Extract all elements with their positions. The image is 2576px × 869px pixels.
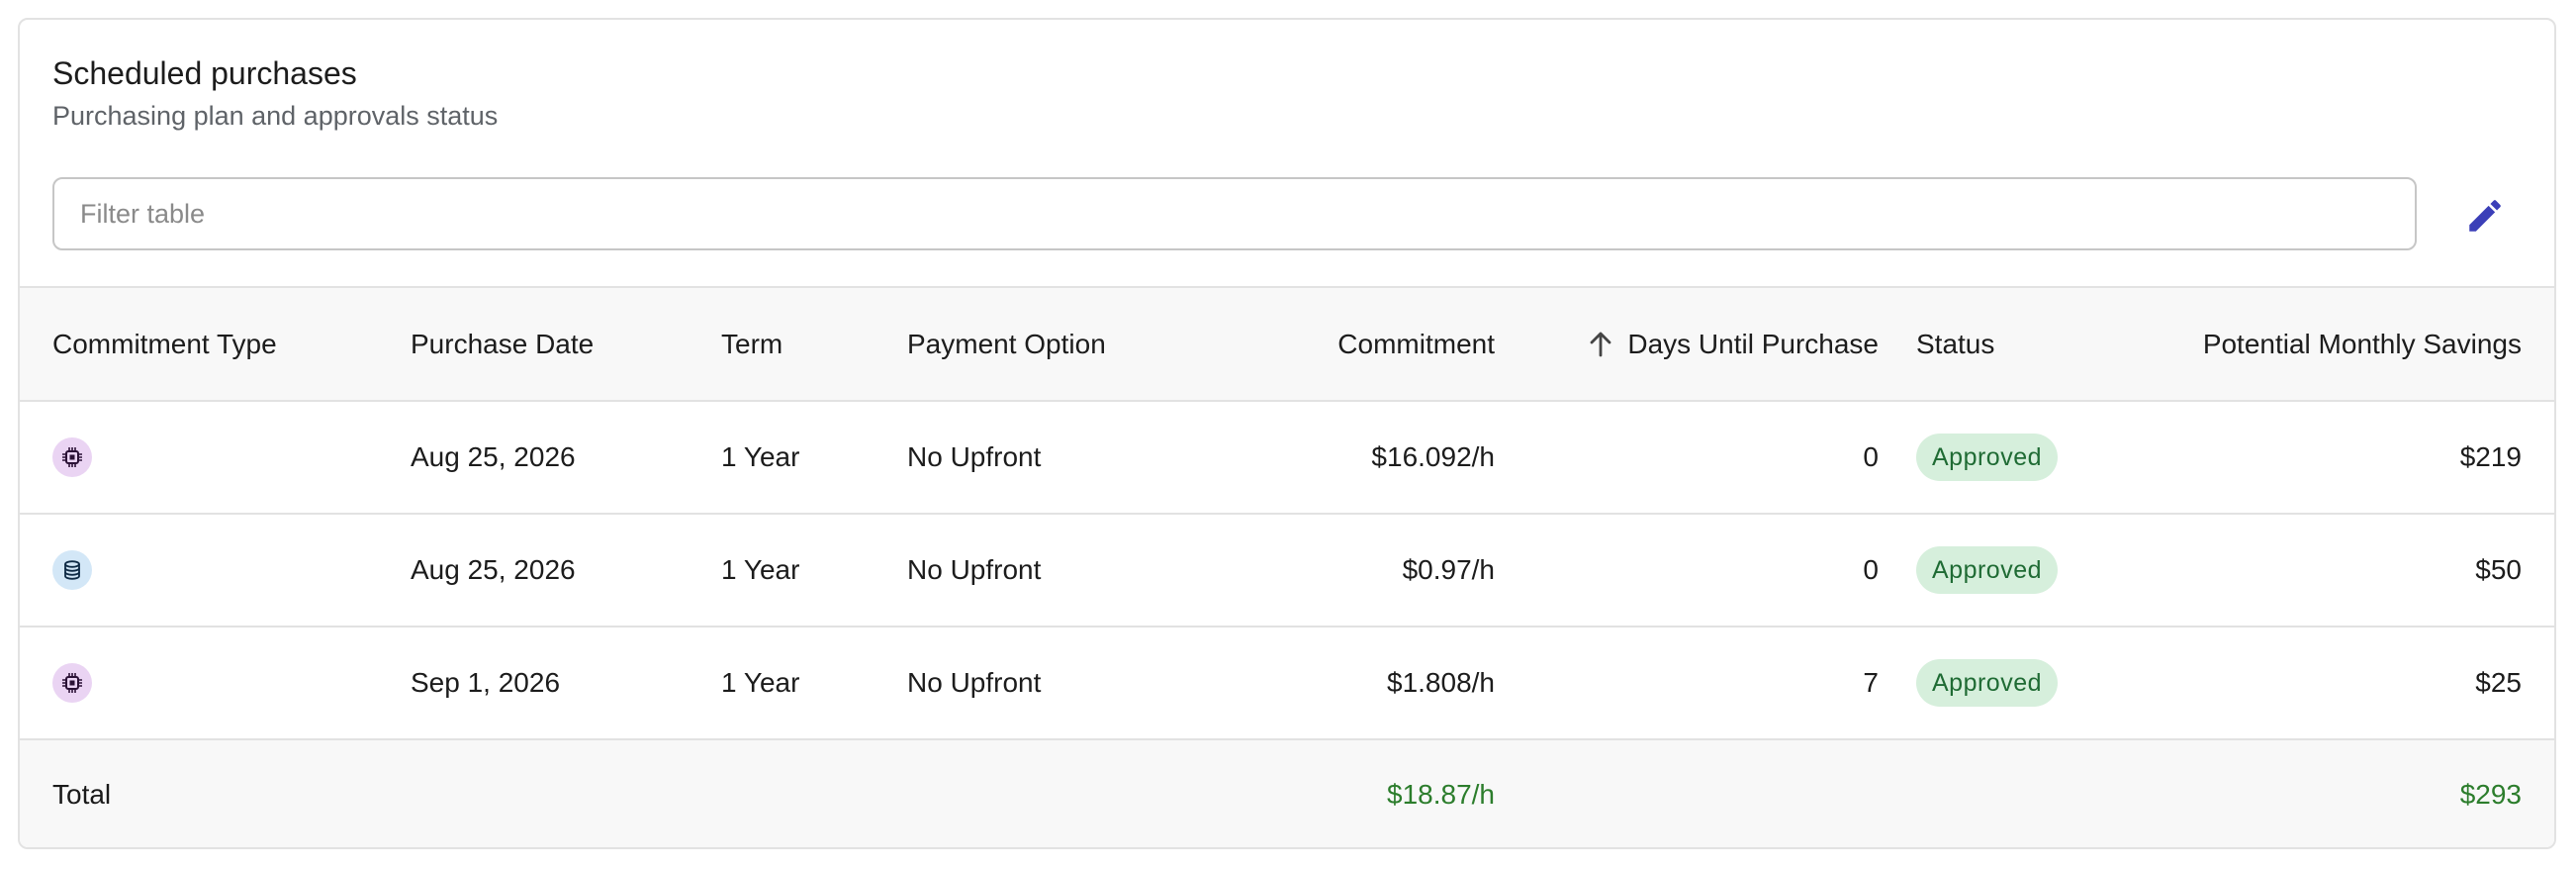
table-total-row: Total $18.87/h $293	[20, 739, 2554, 847]
total-empty-cell	[1495, 739, 1879, 847]
status-badge: Approved	[1916, 434, 2059, 481]
term-cell: 1 Year	[721, 441, 800, 472]
payment-option-cell: No Upfront	[907, 554, 1042, 585]
savings-cell: $219	[2459, 441, 2522, 472]
status-badge: Approved	[1916, 659, 2059, 707]
column-header-commitment[interactable]: Commitment	[1164, 287, 1495, 401]
total-label: Total	[52, 778, 112, 810]
table-row[interactable]: Aug 25, 2026 1 Year No Upfront $16.092/h…	[20, 401, 2554, 514]
total-empty-cell	[907, 739, 1164, 847]
database-icon	[52, 550, 92, 590]
column-header-purchase-date[interactable]: Purchase Date	[411, 287, 721, 401]
total-empty-cell	[411, 739, 721, 847]
savings-cell: $25	[2475, 667, 2522, 698]
commitment-type-cell	[20, 627, 411, 739]
commitment-cell: $0.97/h	[1402, 554, 1495, 585]
pencil-icon	[2469, 200, 2501, 232]
table-header-row: Commitment Type Purchase Date Term Payme…	[20, 287, 2554, 401]
purchase-date-cell: Aug 25, 2026	[411, 441, 576, 472]
column-header-term[interactable]: Term	[721, 287, 907, 401]
commitment-type-cell	[20, 401, 411, 514]
column-header-payment-option[interactable]: Payment Option	[907, 287, 1164, 401]
table-row[interactable]: Sep 1, 2026 1 Year No Upfront $1.808/h 7…	[20, 627, 2554, 739]
status-badge: Approved	[1916, 546, 2059, 594]
page-title: Scheduled purchases	[52, 55, 357, 91]
compute-chip-icon	[52, 663, 92, 703]
status-cell: Approved	[1879, 401, 2153, 514]
page-subtitle: Purchasing plan and approvals status	[52, 101, 499, 131]
status-cell: Approved	[1879, 627, 2153, 739]
purchase-date-cell: Sep 1, 2026	[411, 667, 561, 698]
scheduled-purchases-card: Scheduled purchases Purchasing plan and …	[18, 18, 2556, 849]
days-until-purchase-cell: 0	[1863, 441, 1879, 472]
days-until-purchase-cell: 7	[1863, 667, 1879, 698]
total-empty-cell	[721, 739, 907, 847]
payment-option-cell: No Upfront	[907, 441, 1042, 472]
filter-table-input[interactable]	[52, 177, 2417, 250]
purchase-date-cell: Aug 25, 2026	[411, 554, 576, 585]
commitment-cell: $1.808/h	[1387, 667, 1495, 698]
commitment-type-cell	[20, 514, 411, 627]
card-header: Scheduled purchases Purchasing plan and …	[52, 53, 498, 133]
commitment-cell: $16.092/h	[1371, 441, 1495, 472]
status-cell: Approved	[1879, 514, 2153, 627]
total-commitment: $18.87/h	[1387, 778, 1495, 810]
column-header-days-until-purchase[interactable]: Days Until Purchase	[1495, 287, 1879, 401]
edit-button[interactable]	[2455, 186, 2515, 245]
column-header-potential-monthly-savings[interactable]: Potential Monthly Savings	[2153, 287, 2554, 401]
payment-option-cell: No Upfront	[907, 667, 1042, 698]
scheduled-purchases-table: Commitment Type Purchase Date Term Payme…	[20, 286, 2554, 847]
days-until-purchase-cell: 0	[1863, 554, 1879, 585]
savings-cell: $50	[2475, 554, 2522, 585]
term-cell: 1 Year	[721, 667, 800, 698]
total-savings: $293	[2459, 778, 2522, 810]
term-cell: 1 Year	[721, 554, 800, 585]
compute-chip-icon	[52, 437, 92, 477]
table-row[interactable]: Aug 25, 2026 1 Year No Upfront $0.97/h 0…	[20, 514, 2554, 627]
column-header-commitment-type[interactable]: Commitment Type	[20, 287, 411, 401]
column-header-status[interactable]: Status	[1879, 287, 2153, 401]
sort-ascending-arrow-icon	[1590, 332, 1611, 357]
column-header-days-label: Days Until Purchase	[1627, 328, 1879, 359]
total-empty-cell	[1879, 739, 2153, 847]
